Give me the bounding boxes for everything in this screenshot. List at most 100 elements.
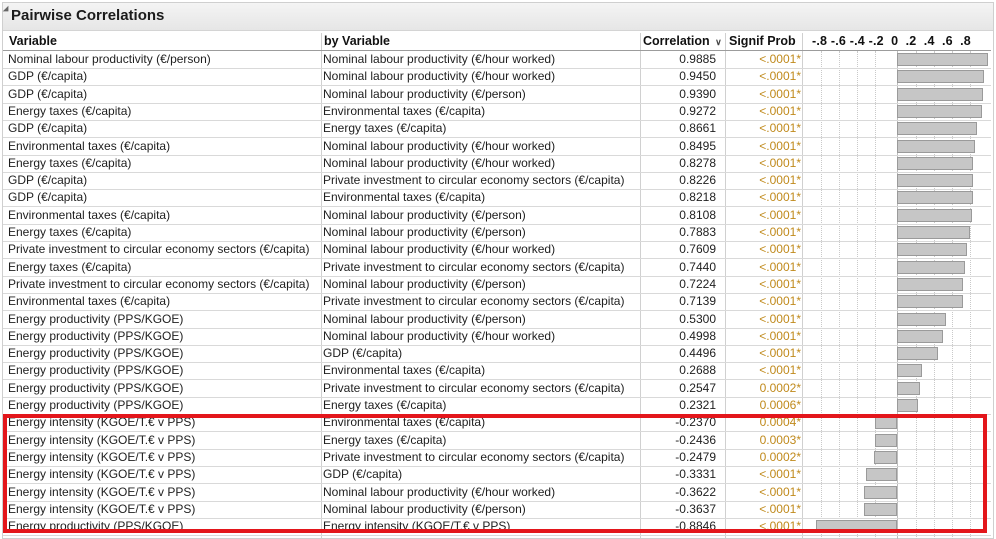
- correlation-bar: [897, 53, 988, 66]
- variable-cell: Environmental taxes (€/capita): [8, 139, 171, 153]
- table-row[interactable]: GDP (€/capita) Nominal labour productivit…: [3, 68, 991, 86]
- correlation-cell: 0.8661: [679, 121, 716, 135]
- variable-cell: GDP (€/capita): [8, 121, 88, 135]
- by-variable-cell: Nominal labour productivity (€/hour work…: [323, 52, 556, 66]
- correlation-cell: 0.7883: [679, 225, 716, 239]
- header-correlation-label: Correlation: [643, 34, 710, 48]
- signif-prob-cell: <.0001*: [759, 294, 801, 308]
- by-variable-cell: Private investment to circular economy s…: [323, 260, 625, 274]
- variable-cell: Energy productivity (PPS/KGOE): [8, 381, 184, 395]
- correlation-bar: [897, 105, 983, 118]
- by-variable-cell: GDP (€/capita): [323, 346, 403, 360]
- table-row[interactable]: Energy taxes (€/capita) Nominal labour pr…: [3, 224, 991, 242]
- correlation-cell: 0.9390: [679, 87, 716, 101]
- correlation-cell: 0.7224: [679, 277, 716, 291]
- by-variable-cell: Environmental taxes (€/capita): [323, 104, 486, 118]
- correlation-cell: 0.9885: [679, 52, 716, 66]
- header-by-variable[interactable]: by Variable: [324, 32, 390, 50]
- variable-cell: Energy taxes (€/capita): [8, 225, 132, 239]
- signif-prob-cell: <.0001*: [759, 156, 801, 170]
- table-row[interactable]: Energy productivity (PPS/KGOE) Private in…: [3, 380, 991, 398]
- table-row[interactable]: Energy productivity (PPS/KGOE) Energy tax…: [3, 397, 991, 415]
- table-row[interactable]: Nominal labour productivity (€/person) No…: [3, 51, 991, 69]
- table-row[interactable]: Environmental taxes (€/capita) Nominal la…: [3, 207, 991, 225]
- header-variable[interactable]: Variable: [9, 32, 57, 50]
- table-row[interactable]: GDP (€/capita) Nominal labour productivit…: [3, 86, 991, 104]
- correlation-cell: 0.8495: [679, 139, 716, 153]
- correlation-bar: [897, 364, 922, 377]
- variable-cell: Energy taxes (€/capita): [8, 156, 132, 170]
- disclosure-triangle-icon[interactable]: [2, 5, 12, 15]
- table-row[interactable]: GDP (€/capita) Private investment to circ…: [3, 172, 991, 190]
- correlation-bar: [897, 209, 972, 222]
- header-signif-prob[interactable]: Signif Prob: [729, 32, 796, 50]
- signif-prob-cell: 0.0006*: [759, 398, 801, 412]
- table-row[interactable]: Environmental taxes (€/capita) Private in…: [3, 293, 991, 311]
- by-variable-cell: Nominal labour productivity (€/person): [323, 208, 526, 222]
- panel-title: Pairwise Correlations: [11, 7, 165, 24]
- by-variable-cell: Private investment to circular economy s…: [323, 173, 625, 187]
- correlation-cell: 0.9272: [679, 104, 716, 118]
- by-variable-cell: Energy taxes (€/capita): [323, 398, 447, 412]
- signif-prob-cell: <.0001*: [759, 173, 801, 187]
- signif-prob-cell: <.0001*: [759, 190, 801, 204]
- header-correlation[interactable]: Correlation ∨: [643, 32, 722, 50]
- outline-title-bar[interactable]: Pairwise Correlations: [2, 3, 993, 31]
- by-variable-cell: Nominal labour productivity (€/hour work…: [323, 69, 556, 83]
- variable-cell: Energy taxes (€/capita): [8, 260, 132, 274]
- variable-cell: GDP (€/capita): [8, 190, 88, 204]
- table-row[interactable]: GDP (€/capita) Environmental taxes (€/cap…: [3, 189, 991, 207]
- correlation-bar: [897, 295, 963, 308]
- correlation-bar: [897, 226, 970, 239]
- by-variable-cell: Nominal labour productivity (€/person): [323, 312, 526, 326]
- correlation-bar: [897, 174, 973, 187]
- variable-cell: Energy taxes (€/capita): [8, 104, 132, 118]
- by-variable-cell: Nominal labour productivity (€/hour work…: [323, 329, 556, 343]
- by-variable-cell: Nominal labour productivity (€/person): [323, 225, 526, 239]
- correlation-cell: 0.2547: [679, 381, 716, 395]
- by-variable-cell: Private investment to circular economy s…: [323, 381, 625, 395]
- signif-prob-cell: <.0001*: [759, 87, 801, 101]
- table-row[interactable]: Energy taxes (€/capita) Nominal labour pr…: [3, 155, 991, 173]
- variable-cell: Energy productivity (PPS/KGOE): [8, 329, 184, 343]
- signif-prob-cell: <.0001*: [759, 208, 801, 222]
- correlation-cell: 0.5300: [679, 312, 716, 326]
- signif-prob-cell: <.0001*: [759, 121, 801, 135]
- correlation-cell: 0.8278: [679, 156, 716, 170]
- correlation-cell: 0.4496: [679, 346, 716, 360]
- correlation-cell: 0.2688: [679, 363, 716, 377]
- table-row[interactable]: Energy productivity (PPS/KGOE) Nominal la…: [3, 328, 991, 346]
- signif-prob-cell: <.0001*: [759, 363, 801, 377]
- variable-cell: Energy productivity (PPS/KGOE): [8, 363, 184, 377]
- correlation-bar: [897, 399, 919, 412]
- by-variable-cell: Nominal labour productivity (€/person): [323, 87, 526, 101]
- correlation-cell: 0.9450: [679, 69, 716, 83]
- correlation-cell: 0.2321: [679, 398, 716, 412]
- by-variable-cell: Nominal labour productivity (€/hour work…: [323, 242, 556, 256]
- table-row[interactable]: Environmental taxes (€/capita) Nominal la…: [3, 138, 991, 156]
- correlation-bar: [897, 243, 967, 256]
- table-row[interactable]: Energy productivity (PPS/KGOE) Environmen…: [3, 362, 991, 380]
- correlation-cell: 0.8226: [679, 173, 716, 187]
- variable-cell: Energy productivity (PPS/KGOE): [8, 398, 184, 412]
- table-row[interactable]: Energy productivity (PPS/KGOE) Nominal la…: [3, 311, 991, 329]
- correlation-bar: [897, 88, 984, 101]
- table-row[interactable]: Private investment to circular economy s…: [3, 276, 991, 294]
- signif-prob-cell: <.0001*: [759, 52, 801, 66]
- table-row[interactable]: GDP (€/capita) Energy taxes (€/capita) 0.8…: [3, 120, 991, 138]
- signif-prob-cell: <.0001*: [759, 329, 801, 343]
- signif-prob-cell: <.0001*: [759, 225, 801, 239]
- highlight-box: [3, 414, 987, 533]
- correlation-cell: 0.7440: [679, 260, 716, 274]
- variable-cell: GDP (€/capita): [8, 87, 88, 101]
- table-row[interactable]: Energy taxes (€/capita) Environmental tax…: [3, 103, 991, 121]
- table-row[interactable]: Energy taxes (€/capita) Private investmen…: [3, 259, 991, 277]
- variable-cell: Energy productivity (PPS/KGOE): [8, 346, 184, 360]
- correlation-bar: [897, 278, 964, 291]
- correlation-cell: 0.4998: [679, 329, 716, 343]
- table-row[interactable]: Private investment to circular economy s…: [3, 241, 991, 259]
- by-variable-cell: Environmental taxes (€/capita): [323, 363, 486, 377]
- variable-cell: Energy productivity (PPS/KGOE): [8, 312, 184, 326]
- table-row[interactable]: Energy productivity (PPS/KGOE) GDP (€/cap…: [3, 345, 991, 363]
- signif-prob-cell: 0.0002*: [759, 381, 801, 395]
